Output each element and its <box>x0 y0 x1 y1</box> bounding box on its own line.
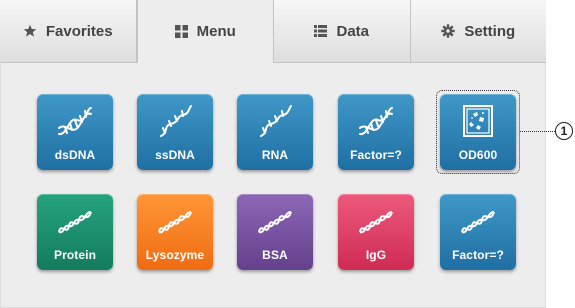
tab-menu-label: Menu <box>196 23 236 40</box>
tile-rna[interactable]: RNA <box>237 94 313 170</box>
double-helix-icon <box>359 107 393 136</box>
protein-icon <box>461 211 495 234</box>
single-strand-icon <box>260 105 292 137</box>
tile-factor-nucleic[interactable]: Factor=? <box>338 94 414 170</box>
star-icon <box>23 24 37 38</box>
tile-label: BSA <box>262 248 288 262</box>
tab-data[interactable]: Data <box>274 0 411 63</box>
tab-menu[interactable]: Menu <box>136 0 274 63</box>
tile-factor-protein[interactable]: Factor=? <box>440 194 516 270</box>
single-strand-icon <box>160 105 192 137</box>
od600-highlight-frame <box>436 90 520 174</box>
tile-ssdna[interactable]: ssDNA <box>137 94 213 170</box>
tab-favorites[interactable]: Favorites <box>0 0 137 63</box>
callout-leader-line <box>520 131 555 132</box>
tab-bar: Favorites Menu Data Setting <box>0 0 546 63</box>
gear-icon <box>441 24 456 38</box>
list-icon <box>314 25 328 37</box>
tab-favorites-label: Favorites <box>45 22 113 40</box>
tile-label: Lysozyme <box>145 248 205 262</box>
tab-setting-label: Setting <box>464 22 516 40</box>
tile-lysozyme[interactable]: Lysozyme <box>137 194 213 270</box>
tile-label: Factor=? <box>350 148 402 162</box>
tile-dsdna[interactable]: dsDNA <box>37 94 113 170</box>
tile-bsa[interactable]: BSA <box>237 194 313 270</box>
grid-icon <box>174 25 188 38</box>
tab-data-label: Data <box>336 22 369 40</box>
tile-label: dsDNA <box>54 148 96 162</box>
callout-marker: 1 <box>555 122 573 140</box>
app-panel: Favorites Menu Data Setting dsDNA ssDNA … <box>0 0 546 308</box>
tile-label: IgG <box>365 248 387 262</box>
tile-label: RNA <box>261 148 289 162</box>
protein-icon <box>359 211 393 234</box>
protein-icon <box>58 211 92 234</box>
tile-igg[interactable]: IgG <box>338 194 414 270</box>
tile-label: ssDNA <box>155 148 195 162</box>
tab-setting[interactable]: Setting <box>410 0 546 63</box>
protein-icon <box>258 211 292 234</box>
double-helix-icon <box>58 107 92 136</box>
tile-label: Protein <box>53 248 97 262</box>
protein-icon <box>158 211 192 234</box>
tile-protein[interactable]: Protein <box>37 194 113 270</box>
tile-label: Factor=? <box>452 248 504 262</box>
